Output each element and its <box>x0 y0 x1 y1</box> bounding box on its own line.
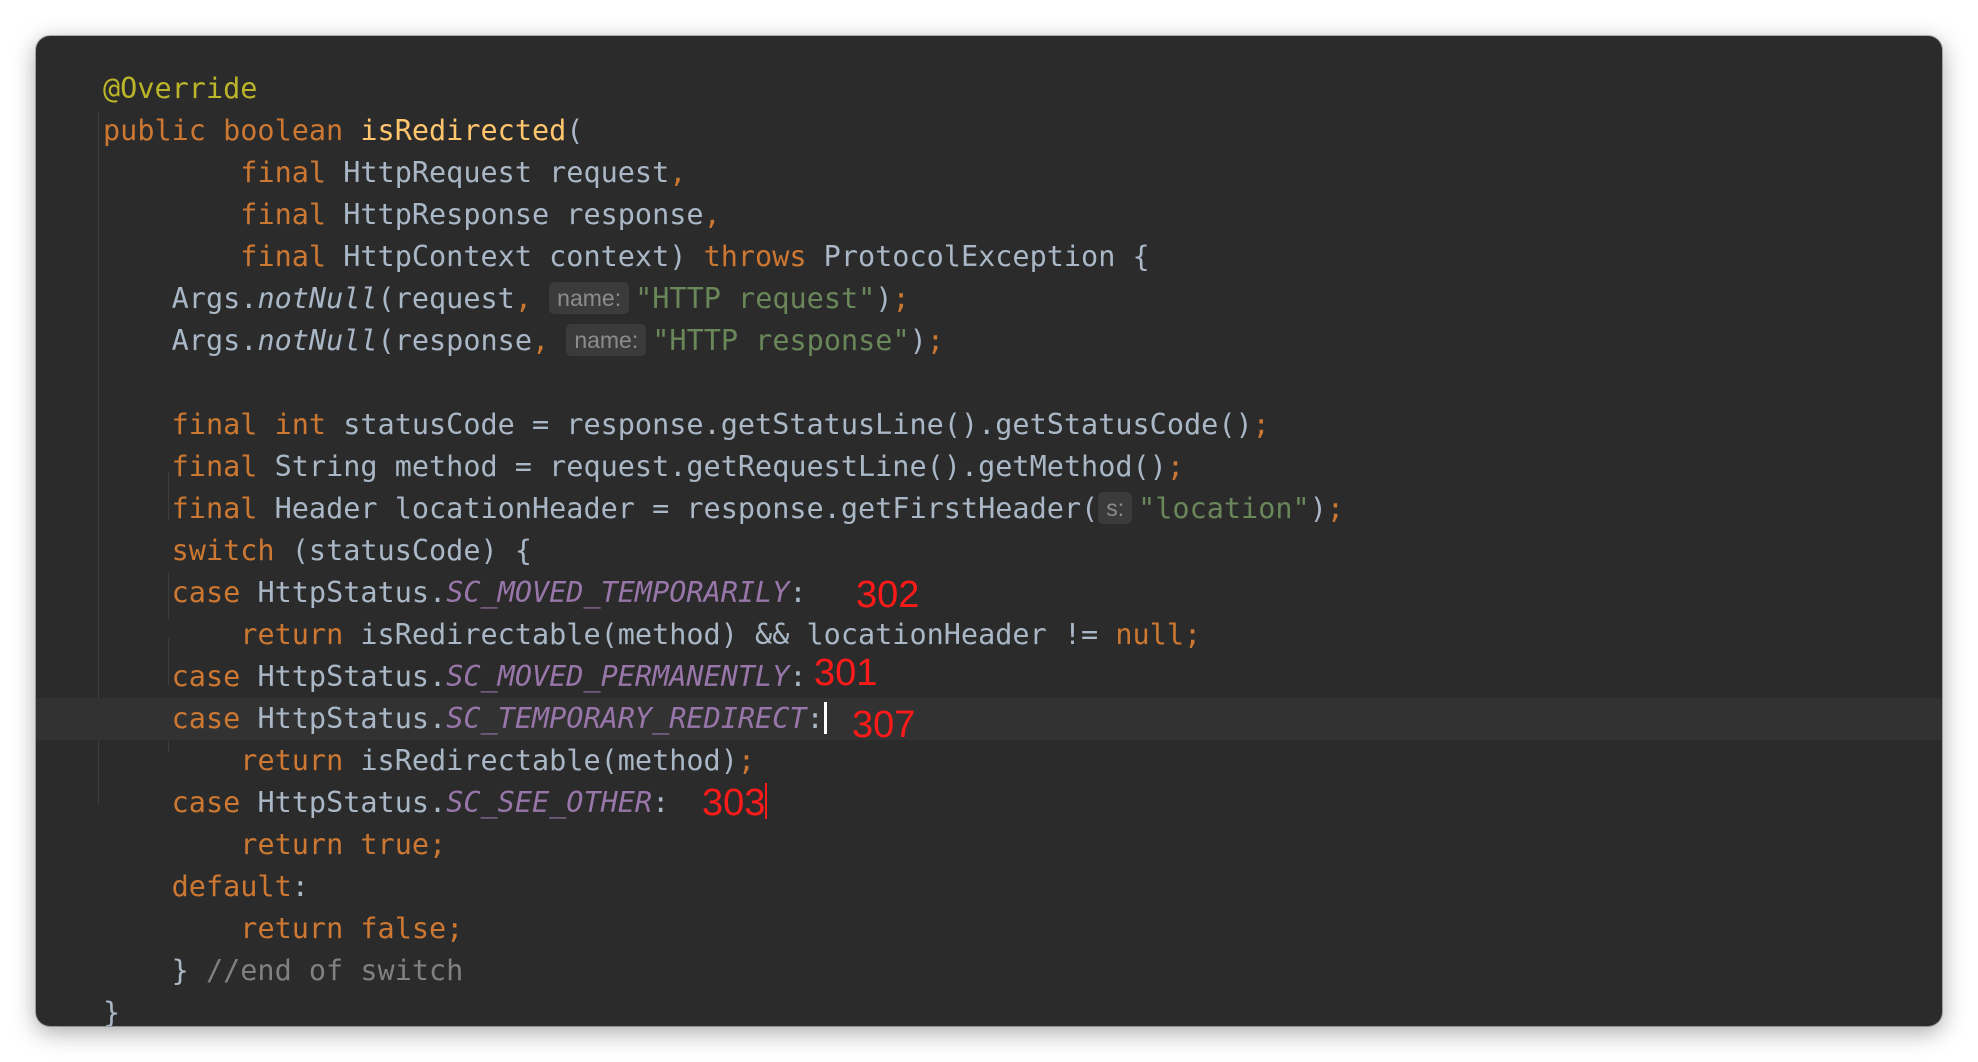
code-line: return isRedirectable(method) && locatio… <box>240 618 1202 651</box>
annotation-override: @Override <box>103 72 258 105</box>
code-area[interactable]: @Override public boolean isRedirected( f… <box>36 68 1942 1026</box>
code-line: } //end of switch <box>103 954 464 987</box>
code-line: case HttpStatus.SC_MOVED_TEMPORARILY: 302 <box>171 574 920 616</box>
annotation-303: 303 <box>702 782 768 824</box>
code-line: Args.notNull(response, name: "HTTP respon… <box>103 324 944 357</box>
code-line: @Override <box>36 68 1942 110</box>
parameter-hint: name: <box>549 282 630 314</box>
code-editor-window: @Override public boolean isRedirected( f… <box>36 36 1942 1026</box>
code-line: final String method = request.getRequest… <box>171 450 1185 483</box>
code-line: final int statusCode = response.getStatu… <box>171 408 1270 441</box>
code-line: case HttpStatus.SC_MOVED_PERMANENTLY: 301 <box>171 652 878 694</box>
code-line: public boolean isRedirected( <box>103 114 584 147</box>
annotation-302: 302 <box>856 574 920 616</box>
code-line: default: <box>171 870 309 903</box>
code-line: case HttpStatus.SC_SEE_OTHER: 303 <box>171 782 768 824</box>
code-line: return isRedirectable(method); <box>240 744 756 777</box>
code-line: return false; <box>240 912 464 945</box>
code-line: final Header locationHeader = response.g… <box>171 492 1345 525</box>
code-line: final HttpResponse response, <box>240 198 721 231</box>
code-line-current: case HttpStatus.SC_TEMPORARY_REDIRECT: 30… <box>36 698 1942 746</box>
code-line: } <box>103 996 121 1026</box>
code-line: Args.notNull(request, name: "HTTP request… <box>103 282 910 315</box>
code-line: final HttpRequest request, <box>240 156 687 189</box>
parameter-hint: s: <box>1098 492 1133 524</box>
annotation-301: 301 <box>814 652 878 694</box>
code-line: return true; <box>240 828 447 861</box>
code-line: final HttpContext context) throws Protoc… <box>240 240 1150 273</box>
parameter-hint: name: <box>566 324 647 356</box>
code-line: switch (statusCode) { <box>171 534 532 567</box>
text-caret <box>823 702 827 734</box>
